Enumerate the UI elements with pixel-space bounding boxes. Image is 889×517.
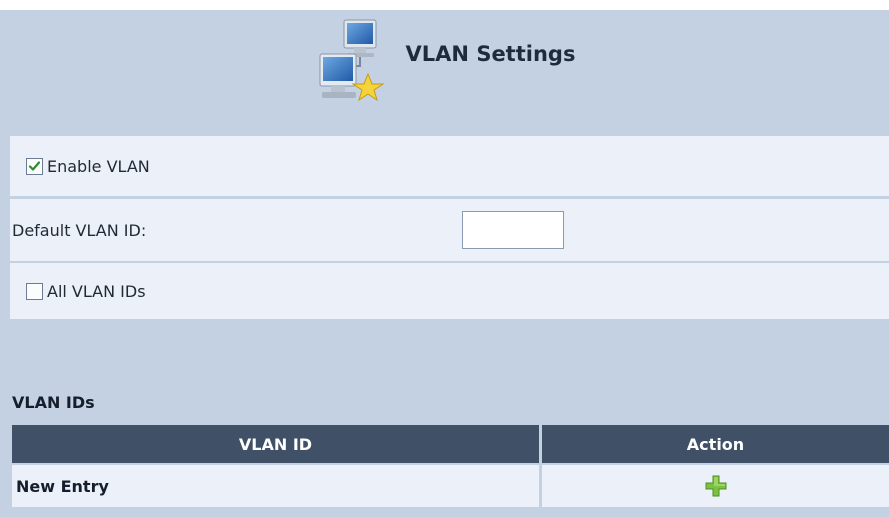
- all-vlan-ids-row: All VLAN IDs: [10, 263, 889, 319]
- table-cell-action: [542, 465, 889, 507]
- default-vlan-id-input[interactable]: [462, 211, 564, 249]
- column-header-vlan-id: VLAN ID: [12, 425, 539, 463]
- vlan-settings-panel: VLAN Settings Enable VLAN Default VLAN I…: [0, 10, 889, 517]
- enable-vlan-row: Enable VLAN: [10, 136, 889, 196]
- default-vlan-id-label: Default VLAN ID:: [12, 220, 147, 240]
- new-entry-label: New Entry: [16, 476, 109, 496]
- column-header-action: Action: [542, 425, 889, 463]
- all-vlan-ids-label[interactable]: All VLAN IDs: [47, 282, 146, 301]
- add-plus-icon[interactable]: [704, 474, 728, 498]
- network-computers-star-icon: [319, 19, 385, 102]
- vlan-ids-section-title: VLAN IDs: [12, 393, 95, 412]
- enable-vlan-label[interactable]: Enable VLAN: [47, 157, 150, 176]
- page-title: VLAN Settings: [405, 42, 576, 66]
- enable-vlan-checkbox[interactable]: [26, 157, 43, 175]
- checkmark-icon: [28, 160, 41, 171]
- default-vlan-id-row: Default VLAN ID:: [10, 199, 889, 261]
- page-header: VLAN Settings: [0, 10, 889, 106]
- all-vlan-ids-checkbox[interactable]: [26, 282, 43, 300]
- table-row-new-entry: New Entry: [12, 465, 539, 507]
